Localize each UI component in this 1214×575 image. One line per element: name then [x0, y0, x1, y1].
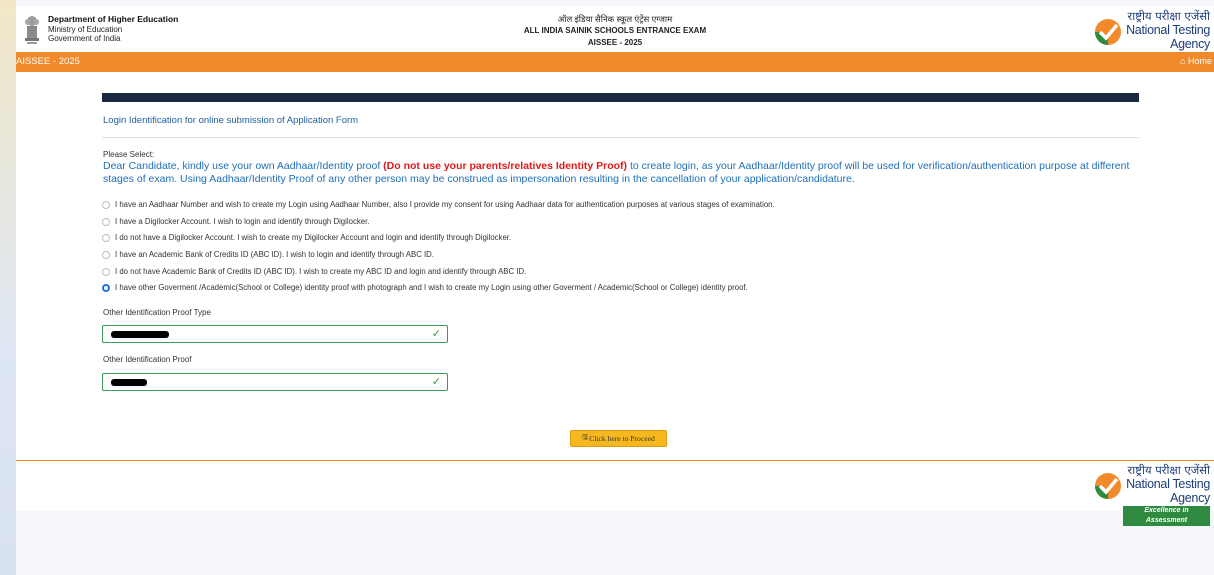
- proof-type-label: Other Identification Proof Type: [103, 308, 211, 317]
- site-footer: राष्ट्रीय परीक्षा एजेंसी National Testin…: [16, 461, 1214, 526]
- card-header-band: [102, 93, 1139, 102]
- notice-text-1: Dear Candidate, kindly use your own Aadh…: [103, 160, 384, 172]
- left-decorative-strip: [0, 0, 16, 575]
- radio-button[interactable]: [102, 267, 110, 276]
- option-label: I do not have a Digilocker Account. I wi…: [115, 233, 512, 243]
- option-label: I have an Academic Bank of Credits ID (A…: [115, 250, 434, 260]
- exam-title-english: ALL INDIA SAINIK SCHOOLS ENTRANCE EXAM: [523, 26, 707, 35]
- option-label: I have an Aadhaar Number and wish to cre…: [115, 200, 775, 209]
- form-title: Login Identification for online submissi…: [103, 115, 359, 126]
- divider: [102, 137, 1139, 138]
- proof-label: Other Identification Proof: [103, 355, 192, 364]
- check-logo-icon: [1095, 19, 1121, 45]
- redacted-value: [111, 379, 147, 386]
- home-link[interactable]: ⌂ Home: [1180, 56, 1212, 66]
- nta-tagline: Excellence in Assessment: [1123, 506, 1210, 526]
- option-label: I have a Digilocker Account. I wish to l…: [115, 216, 370, 226]
- nta-name-english: National Testing Agency: [1126, 477, 1210, 505]
- proof-input[interactable]: ✓: [102, 373, 448, 391]
- radio-button[interactable]: [102, 201, 110, 209]
- save-icon: 🖫: [582, 433, 589, 441]
- exam-title-hindi: ऑल इंडिया सैनिक स्कूल एंट्रेंस एग्जाम: [557, 14, 673, 24]
- login-identification-card: Login Identification for online submissi…: [16, 72, 1214, 460]
- nta-logo[interactable]: राष्ट्रीय परीक्षा एजेंसी National Testin…: [1090, 9, 1210, 72]
- valid-check-icon: ✓: [431, 376, 441, 388]
- option-label: I have other Goverment /Academic(School …: [115, 283, 748, 293]
- check-logo-icon: [1095, 473, 1121, 499]
- top-navbar: AISSEE - 2025 ⌂ Home: [16, 52, 1214, 72]
- nta-name-hindi: राष्ट्रीय परीक्षा एजेंसी: [1127, 9, 1210, 23]
- option-label: I do not have Academic Bank of Credits I…: [115, 266, 527, 276]
- proof-type-select[interactable]: ✓: [102, 325, 448, 343]
- page: Department of Higher Education Ministry …: [16, 0, 1214, 575]
- radio-button[interactable]: [102, 234, 110, 243]
- nta-name-hindi: राष्ट्रीय परीक्षा एजेंसी: [1127, 463, 1210, 477]
- nta-name-english: National Testing Agency: [1126, 23, 1210, 51]
- redacted-value: [111, 331, 169, 338]
- radio-button[interactable]: [102, 217, 110, 226]
- footer-nta-logo[interactable]: राष्ट्रीय परीक्षा एजेंसी National Testin…: [1090, 464, 1210, 526]
- radio-button[interactable]: [102, 251, 110, 260]
- radio-button-selected[interactable]: [102, 284, 110, 293]
- proceed-label: Click here to Proceed: [589, 434, 655, 443]
- proceed-button[interactable]: 🖫 Click here to Proceed: [570, 430, 667, 447]
- identity-notice: Dear Candidate, kindly use your own Aadh…: [103, 160, 1143, 186]
- exam-title-block: ऑल इंडिया सैनिक स्कूल एंट्रेंस एग्जाम AL…: [16, 13, 1214, 49]
- please-select-label: Please Select:: [103, 150, 155, 159]
- notice-warning: (Do not use your parents/relatives Ident…: [383, 160, 628, 172]
- navbar-brand[interactable]: AISSEE - 2025: [16, 56, 80, 67]
- nta-text: राष्ट्रीय परीक्षा एजेंसी National Testin…: [1123, 464, 1210, 526]
- exam-title-year: AISSEE - 2025: [587, 38, 643, 47]
- site-header: Department of Higher Education Ministry …: [16, 6, 1214, 72]
- valid-check-icon: ✓: [431, 328, 441, 340]
